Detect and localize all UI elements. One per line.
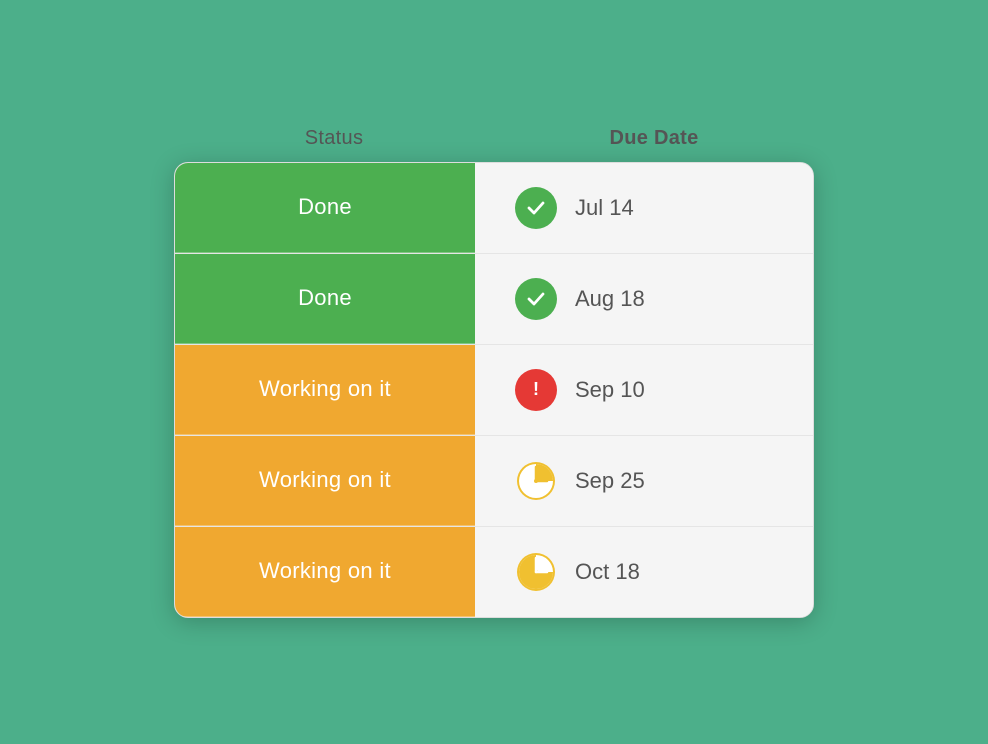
- check-icon: [515, 187, 557, 229]
- main-container: Status Due Date Done Jul 14 Done: [174, 127, 814, 618]
- date-text: Sep 25: [575, 468, 645, 494]
- date-column-header: Due Date: [504, 127, 804, 150]
- clock-three-quarter-icon: [515, 551, 557, 593]
- table-row: Done Jul 14: [175, 163, 813, 254]
- table-row: Working on it S: [175, 436, 813, 527]
- status-cell-working: Working on it: [175, 436, 475, 526]
- column-headers: Status Due Date: [174, 127, 814, 162]
- status-column-header: Status: [184, 127, 484, 150]
- date-cell: ! Sep 10: [475, 345, 813, 435]
- exclamation-icon: !: [515, 369, 557, 411]
- date-cell: Oct 18: [475, 527, 813, 617]
- status-cell-working: Working on it: [175, 345, 475, 435]
- table-row: Working on it O: [175, 527, 813, 617]
- table-row: Working on it ! Sep 10: [175, 345, 813, 436]
- table-row: Done Aug 18: [175, 254, 813, 345]
- date-cell: Sep 25: [475, 436, 813, 526]
- status-cell-working: Working on it: [175, 527, 475, 617]
- clock-quarter-icon: [515, 460, 557, 502]
- svg-text:!: !: [533, 379, 539, 399]
- status-cell-done: Done: [175, 163, 475, 253]
- date-text: Oct 18: [575, 559, 640, 585]
- date-text: Jul 14: [575, 195, 634, 221]
- status-cell-done: Done: [175, 254, 475, 344]
- table-card: Done Jul 14 Done Aug 18: [174, 162, 814, 618]
- date-text: Sep 10: [575, 377, 645, 403]
- date-cell: Aug 18: [475, 254, 813, 344]
- date-text: Aug 18: [575, 286, 645, 312]
- check-icon: [515, 278, 557, 320]
- date-cell: Jul 14: [475, 163, 813, 253]
